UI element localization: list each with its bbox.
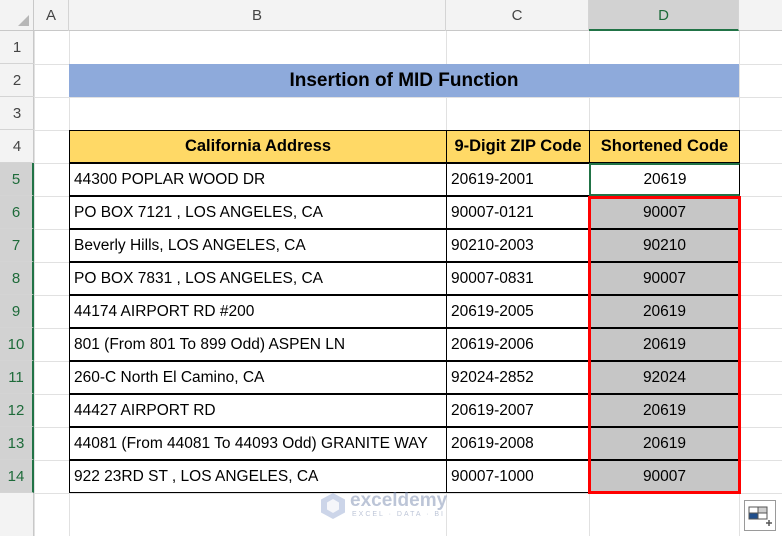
cell-shortened-code[interactable]: 20619 xyxy=(589,163,740,196)
cell-zip-code[interactable]: 20619-2001 xyxy=(446,163,590,196)
row-header-12[interactable]: 12 xyxy=(0,394,34,427)
row-header-7[interactable]: 7 xyxy=(0,229,34,262)
row-header-5[interactable]: 5 xyxy=(0,163,34,196)
row-header-1[interactable]: 1 xyxy=(0,31,34,64)
header-9-digit-zip-code[interactable]: 9-Digit ZIP Code xyxy=(446,130,590,163)
cell-address[interactable]: 44174 AIRPORT RD #200 xyxy=(69,295,447,328)
header-shortened-code[interactable]: Shortened Code xyxy=(589,130,740,163)
select-all-icon xyxy=(18,15,29,26)
cell-address[interactable]: 260-C North El Camino, CA xyxy=(69,361,447,394)
row-header-14[interactable]: 14 xyxy=(0,460,34,493)
watermark-tagline: EXCEL · DATA · BI xyxy=(352,511,445,518)
cell-zip-code[interactable]: 20619-2008 xyxy=(446,427,590,460)
cell-zip-code[interactable]: 90007-0831 xyxy=(446,262,590,295)
row-header-9[interactable]: 9 xyxy=(0,295,34,328)
select-all-corner[interactable] xyxy=(0,0,34,31)
column-header-d[interactable]: D xyxy=(589,0,739,31)
cell-zip-code[interactable]: 20619-2007 xyxy=(446,394,590,427)
sheet-title[interactable]: Insertion of MID Function xyxy=(69,64,739,97)
cell-address[interactable]: 44081 (From 44081 To 44093 Odd) GRANITE … xyxy=(69,427,447,460)
column-header-a[interactable]: A xyxy=(34,0,69,31)
row-header-4[interactable]: 4 xyxy=(0,130,34,163)
cell-zip-code[interactable]: 90007-0121 xyxy=(446,196,590,229)
row-header-2[interactable]: 2 xyxy=(0,64,34,97)
grid-line-horizontal xyxy=(34,97,782,98)
exceldemy-logo-icon xyxy=(321,493,345,519)
selection-highlight-box xyxy=(588,196,741,494)
cell-address[interactable]: 801 (From 801 To 899 Odd) ASPEN LN xyxy=(69,328,447,361)
cell-zip-code[interactable]: 20619-2005 xyxy=(446,295,590,328)
cell-address[interactable]: PO BOX 7121 , LOS ANGELES, CA xyxy=(69,196,447,229)
cell-zip-code[interactable]: 90210-2003 xyxy=(446,229,590,262)
row-header-13[interactable]: 13 xyxy=(0,427,34,460)
cell-zip-code[interactable]: 20619-2006 xyxy=(446,328,590,361)
header-california-address[interactable]: California Address xyxy=(69,130,447,163)
row-header-8[interactable]: 8 xyxy=(0,262,34,295)
row-header-11[interactable]: 11 xyxy=(0,361,34,394)
paste-options-button[interactable] xyxy=(744,500,776,531)
cell-zip-code[interactable]: 92024-2852 xyxy=(446,361,590,394)
watermark-name: exceldemy xyxy=(350,490,448,511)
cell-address[interactable]: Beverly Hills, LOS ANGELES, CA xyxy=(69,229,447,262)
row-header-3[interactable]: 3 xyxy=(0,97,34,130)
cell-address[interactable]: 44300 POPLAR WOOD DR xyxy=(69,163,447,196)
watermark: exceldemy EXCEL · DATA · BI xyxy=(320,488,480,524)
spreadsheet: A B C D 1 2 3 4 5 6 7 8 9 10 11 12 13 14 Insertion of… xyxy=(0,0,782,536)
column-header-b[interactable]: B xyxy=(69,0,446,31)
row-header-6[interactable]: 6 xyxy=(0,196,34,229)
paste-options-icon xyxy=(748,506,772,526)
cell-address[interactable]: 44427 AIRPORT RD xyxy=(69,394,447,427)
column-header-c[interactable]: C xyxy=(446,0,589,31)
cell-address[interactable]: PO BOX 7831 , LOS ANGELES, CA xyxy=(69,262,447,295)
row-header-10[interactable]: 10 xyxy=(0,328,34,361)
